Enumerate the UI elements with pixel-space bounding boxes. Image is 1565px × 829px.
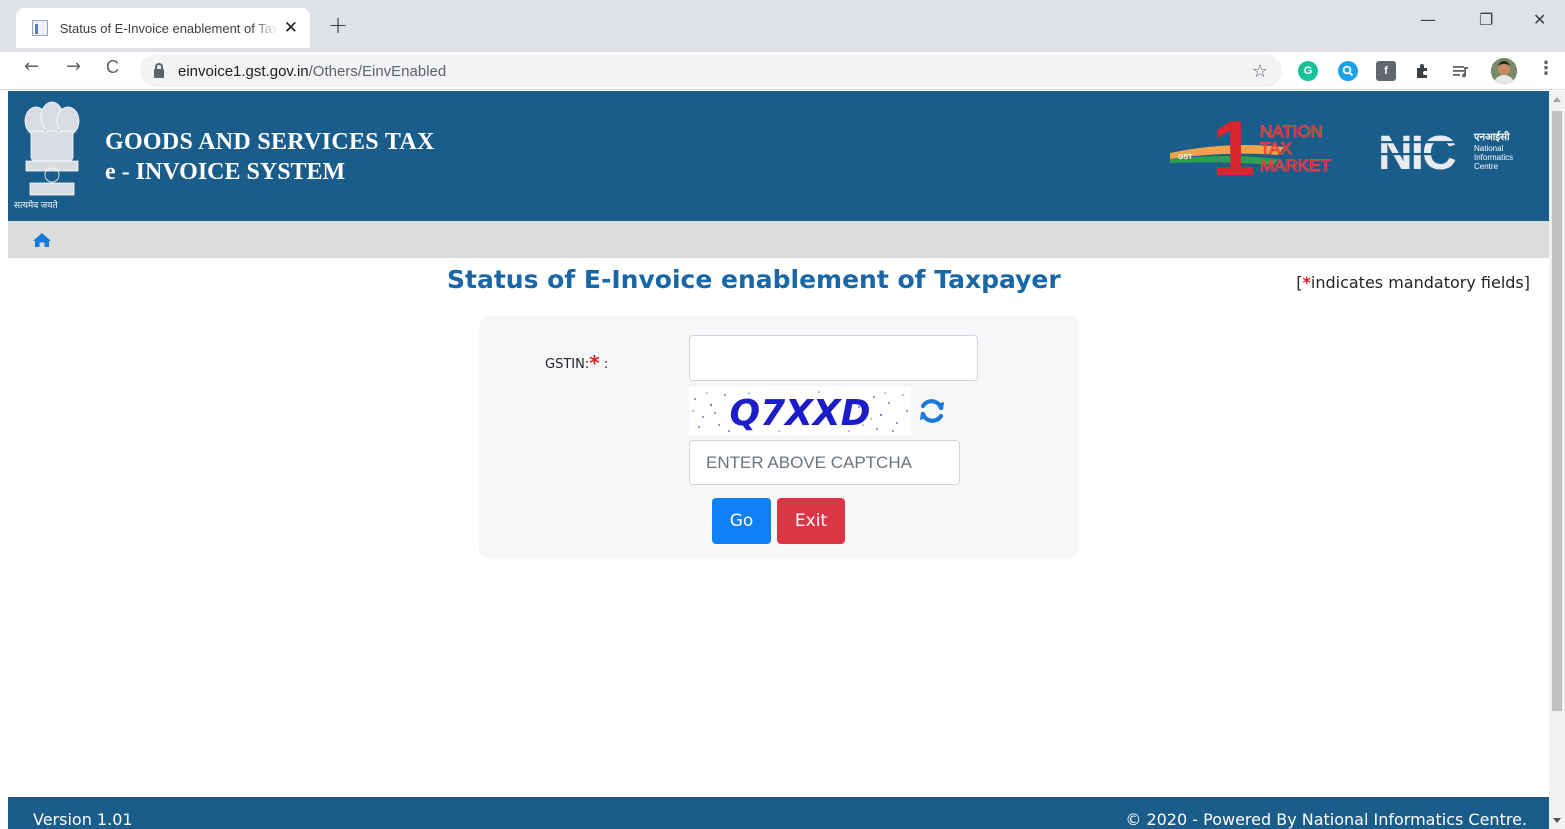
captcha-image: Q7XXD bbox=[689, 387, 911, 435]
emblem-caption: सत्यमेव जयते bbox=[14, 200, 58, 210]
browser-toolbar: ← → C einvoice1.gst.gov.in/Others/EinvEn… bbox=[0, 52, 1565, 90]
scrollbar-thumb[interactable] bbox=[1552, 111, 1562, 711]
svg-text:National: National bbox=[1474, 144, 1504, 153]
captcha-text: Q7XXD bbox=[729, 393, 870, 434]
profile-avatar[interactable] bbox=[1491, 58, 1517, 84]
go-button[interactable]: Go bbox=[712, 498, 771, 544]
required-asterisk: * bbox=[1302, 273, 1311, 292]
nic-logo: NIC एनआईसी National Informatics Centre bbox=[1378, 127, 1513, 173]
site-subtitle: e - INVOICE SYSTEM bbox=[105, 159, 346, 185]
tab-title: Status of E-Invoice enablement of Taxpay… bbox=[59, 20, 278, 36]
refresh-captcha-icon[interactable] bbox=[916, 395, 948, 427]
version-text: Version 1.01 bbox=[33, 810, 133, 829]
grammarly-icon[interactable]: G bbox=[1298, 61, 1318, 81]
facebook-icon[interactable]: f bbox=[1376, 61, 1396, 81]
exit-button[interactable]: Exit bbox=[777, 498, 845, 544]
gstin-label: GSTIN:* : bbox=[545, 349, 609, 375]
tab-close-icon[interactable]: ✕ bbox=[284, 19, 298, 37]
close-window-icon[interactable]: ✕ bbox=[1533, 10, 1546, 29]
gstin-required-asterisk: * bbox=[589, 351, 600, 375]
browser-tab-active[interactable]: Status of E-Invoice enablement of Taxpay… bbox=[16, 8, 310, 48]
media-queue-icon[interactable] bbox=[1451, 61, 1471, 81]
browser-tab-bar: Status of E-Invoice enablement of Taxpay… bbox=[0, 0, 1565, 52]
gstin-label-colon: : bbox=[599, 357, 609, 372]
url-text[interactable]: einvoice1.gst.gov.in/Others/EinvEnabled bbox=[178, 63, 446, 80]
svg-text:NIC: NIC bbox=[1378, 127, 1456, 173]
svg-text:GST: GST bbox=[1178, 154, 1193, 161]
site-header-banner: सत्यमेव जयते GOODS AND SERVICES TAX e - … bbox=[8, 91, 1549, 221]
site-footer: Version 1.01 © 2020 - Powered By Nationa… bbox=[8, 797, 1549, 829]
svg-text:MARKET: MARKET bbox=[1260, 156, 1331, 175]
browser-menu-icon[interactable]: ⋮ bbox=[1537, 60, 1555, 78]
one-nation-one-tax-one-market-logo: GST 1 NATION TAX MARKET bbox=[1170, 104, 1331, 181]
einvoice-status-form: GSTIN:* : Q7XXD Go Exit bbox=[479, 316, 1079, 558]
site-title: GOODS AND SERVICES TAX bbox=[105, 129, 435, 155]
home-icon[interactable] bbox=[32, 232, 52, 248]
svg-text:एनआईसी: एनआईसी bbox=[1473, 130, 1510, 143]
lock-icon[interactable] bbox=[154, 62, 164, 78]
scroll-up-arrow-icon[interactable] bbox=[1553, 97, 1561, 102]
forward-arrow-icon[interactable]: → bbox=[66, 58, 81, 76]
scroll-down-arrow-icon[interactable] bbox=[1553, 818, 1561, 823]
minimize-window-icon[interactable]: — bbox=[1420, 10, 1436, 29]
back-arrow-icon[interactable]: ← bbox=[24, 58, 39, 76]
new-tab-button[interactable]: + bbox=[328, 13, 348, 37]
gstin-input[interactable] bbox=[689, 335, 978, 381]
page-favicon-icon bbox=[32, 20, 48, 36]
restore-window-icon[interactable]: ❐ bbox=[1479, 10, 1493, 29]
page-scrollbar[interactable] bbox=[1549, 91, 1565, 829]
svg-text:Centre: Centre bbox=[1474, 162, 1499, 171]
copyright-text: © 2020 - Powered By National Informatics… bbox=[1125, 810, 1527, 829]
bookmark-star-icon[interactable]: ☆ bbox=[1252, 61, 1268, 82]
breadcrumb-bar bbox=[8, 221, 1549, 258]
url-path: /Others/EinvEnabled bbox=[308, 62, 447, 80]
page-title: Status of E-Invoice enablement of Taxpay… bbox=[447, 265, 1061, 294]
address-bar[interactable]: einvoice1.gst.gov.in/Others/EinvEnabled … bbox=[140, 55, 1282, 87]
mandatory-fields-note: [*indicates mandatory fields] bbox=[1296, 273, 1530, 292]
reload-icon[interactable]: C bbox=[106, 58, 119, 76]
search-extension-icon[interactable] bbox=[1338, 61, 1358, 81]
mandatory-note-text: indicates mandatory fields] bbox=[1310, 273, 1530, 292]
gstin-label-text: GSTIN: bbox=[545, 357, 590, 372]
captcha-input[interactable] bbox=[689, 440, 960, 485]
puzzle-icon[interactable] bbox=[1413, 61, 1433, 81]
url-host: einvoice1.gst.gov.in bbox=[178, 62, 309, 80]
svg-text:1: 1 bbox=[1212, 104, 1255, 181]
svg-text:Informatics: Informatics bbox=[1474, 153, 1513, 162]
